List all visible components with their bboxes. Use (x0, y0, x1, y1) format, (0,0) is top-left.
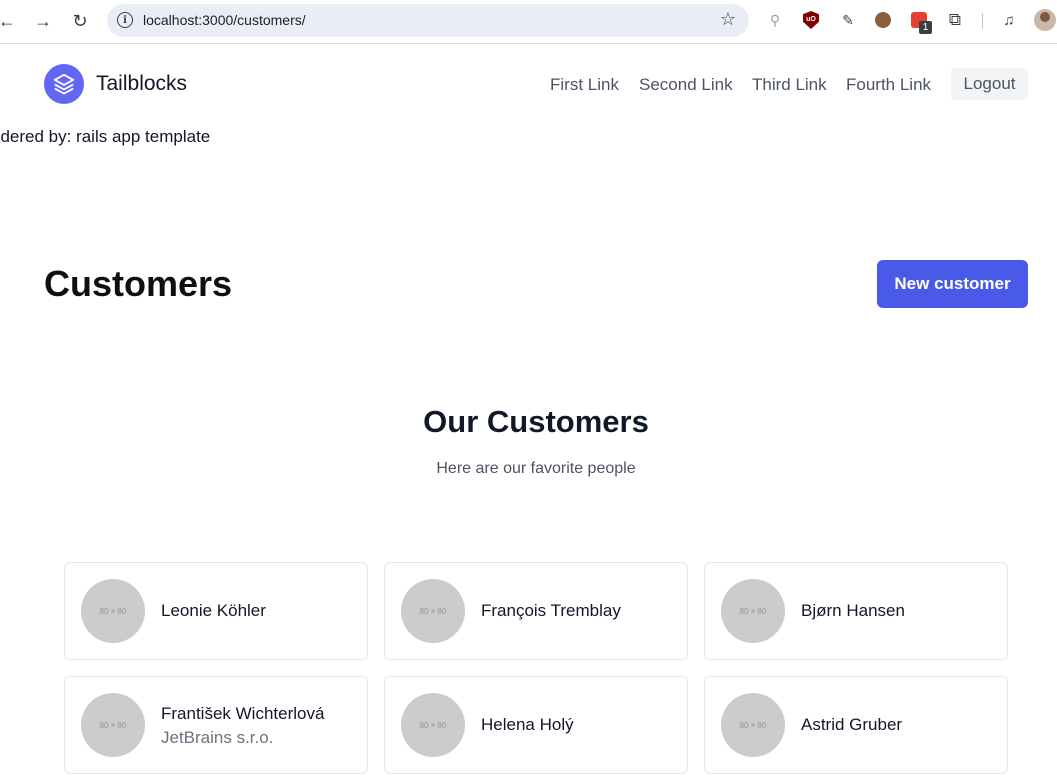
red-extension-icon[interactable]: 1 (909, 10, 932, 34)
avatar-placeholder: 80 × 80 (401, 579, 465, 643)
avatar-placeholder: 80 × 80 (81, 693, 145, 757)
customer-name: François Tremblay (481, 601, 621, 620)
logo-stack-icon[interactable] (44, 64, 84, 104)
customer-name: František Wichterlová (161, 704, 325, 723)
section-title: Our Customers (423, 404, 649, 439)
nav-link-second[interactable]: Second Link (639, 75, 733, 95)
customer-name: Leonie Köhler (161, 601, 266, 620)
avatar-placeholder: 80 × 80 (721, 693, 785, 757)
customer-card[interactable]: 80 × 80 Helena Holý (384, 676, 688, 774)
logout-button[interactable]: Logout (951, 68, 1028, 100)
rendered-by-text: ndered by: rails app template (0, 127, 211, 146)
nav-link-first[interactable]: First Link (550, 75, 619, 95)
avatar-placeholder: 80 × 80 (721, 579, 785, 643)
reload-icon[interactable]: ↻ (67, 8, 93, 34)
extensions-puzzle-icon[interactable]: ⧉ (945, 10, 965, 30)
avatar-placeholder: 80 × 80 (81, 579, 145, 643)
site-header: Tailblocks First Link Second Link Third … (0, 44, 1057, 124)
search-icon[interactable]: ⚲ (765, 10, 785, 30)
customer-card[interactable]: 80 × 80 Bjørn Hansen (704, 562, 1008, 660)
section-subtitle: Here are our favorite people (436, 460, 636, 477)
extension-icon[interactable]: ✎ (838, 10, 858, 30)
site-info-icon[interactable]: i (117, 12, 133, 28)
back-arrow-icon[interactable]: ← (0, 8, 20, 34)
address-bar-url[interactable]: localhost:3000/customers/ (143, 12, 306, 28)
forward-arrow-icon[interactable]: → (30, 8, 56, 34)
customer-name: Helena Holý (481, 715, 574, 734)
nav-link-third[interactable]: Third Link (752, 75, 827, 95)
avatar-placeholder: 80 × 80 (401, 693, 465, 757)
customer-company: JetBrains s.r.o. (161, 728, 274, 747)
customer-card[interactable]: 80 × 80 František Wichterlová JetBrains … (64, 676, 368, 774)
browser-toolbar: ← → ↻ i localhost:3000/customers/ ☆ ⚲ uO… (0, 0, 1057, 44)
customer-name: Bjørn Hansen (801, 601, 905, 620)
profile-avatar[interactable] (1034, 9, 1056, 31)
address-bar[interactable]: i localhost:3000/customers/ ☆ (107, 4, 749, 37)
media-control-icon[interactable]: ♫ (999, 10, 1019, 30)
customer-name: Astrid Gruber (801, 715, 903, 734)
customer-card[interactable]: 80 × 80 François Tremblay (384, 562, 688, 660)
cookie-extension-icon[interactable] (873, 10, 893, 30)
brand-name[interactable]: Tailblocks (96, 72, 187, 96)
bookmark-star-icon[interactable]: ☆ (720, 9, 736, 30)
nav-link-fourth[interactable]: Fourth Link (846, 75, 931, 95)
customer-card[interactable]: 80 × 80 Leonie Köhler (64, 562, 368, 660)
customer-card[interactable]: 80 × 80 Astrid Gruber (704, 676, 1008, 774)
toolbar-divider (982, 13, 983, 29)
new-customer-button[interactable]: New customer (877, 260, 1028, 308)
ublock-extension-icon[interactable]: uO (801, 10, 821, 30)
extension-badge: 1 (919, 21, 932, 34)
page-title: Customers (44, 263, 233, 304)
